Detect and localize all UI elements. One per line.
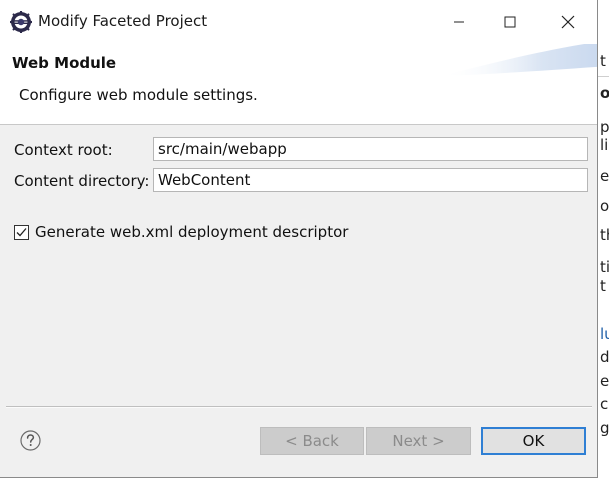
window-title: Modify Faceted Project: [38, 12, 208, 30]
page-description: Configure web module settings.: [19, 86, 258, 104]
maximize-button[interactable]: [487, 0, 533, 44]
background-text-fragment: th: [600, 226, 609, 244]
back-button[interactable]: < Back: [260, 427, 364, 455]
maximize-icon: [504, 16, 516, 28]
generate-web-xml-option[interactable]: Generate web.xml deployment descriptor: [14, 223, 348, 241]
background-text-fragment: li: [600, 136, 609, 154]
minimize-icon: [454, 21, 464, 23]
ok-button[interactable]: OK: [481, 427, 586, 455]
checkmark-icon: [16, 227, 27, 236]
header-banner-decoration: [440, 44, 597, 76]
next-button[interactable]: Next >: [366, 427, 471, 455]
close-icon: [561, 15, 575, 29]
background-text-fragment: lu: [600, 325, 609, 343]
generate-web-xml-checkbox[interactable]: [14, 224, 29, 240]
background-text-fragment: e: [600, 372, 609, 390]
generate-web-xml-label: Generate web.xml deployment descriptor: [35, 223, 349, 241]
background-text-fragment: ti: [600, 258, 609, 276]
modify-faceted-project-dialog: Modify Faceted Project Web Module Config…: [0, 0, 598, 478]
content-directory-label: Content directory:: [14, 172, 150, 190]
background-window-strip: t o p li e o th ti t W lu du e c g: [598, 0, 609, 480]
background-text-fragment: g: [600, 419, 609, 437]
wizard-header: Web Module Configure web module settings…: [0, 44, 597, 125]
close-button[interactable]: [545, 0, 591, 44]
button-bar-divider-highlight: [6, 407, 592, 408]
background-text-fragment: e: [600, 167, 609, 185]
background-text-fragment: t W: [600, 277, 609, 295]
background-text-fragment: c: [600, 395, 609, 413]
minimize-button[interactable]: [436, 0, 482, 44]
background-text-fragment: p: [600, 118, 609, 136]
title-bar[interactable]: Modify Faceted Project: [0, 0, 597, 44]
eclipse-icon: [10, 11, 32, 33]
context-root-label: Context root:: [14, 141, 113, 159]
background-text-fragment: o: [600, 197, 609, 215]
help-icon[interactable]: [20, 430, 41, 451]
background-text-fragment: o: [600, 84, 609, 102]
background-text-fragment: du: [600, 348, 609, 366]
background-text-fragment: t: [600, 52, 606, 70]
background-divider: [598, 76, 609, 77]
context-root-field[interactable]: src/main/webapp: [153, 137, 588, 161]
page-title: Web Module: [12, 54, 117, 72]
content-directory-field[interactable]: WebContent: [153, 168, 588, 192]
